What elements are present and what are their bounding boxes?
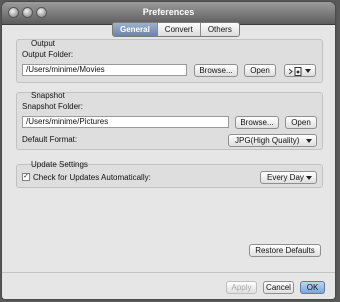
- output-group-title: Output: [31, 39, 56, 48]
- restore-defaults-button[interactable]: Restore Defaults: [249, 244, 321, 257]
- tab-others[interactable]: Others: [201, 23, 239, 36]
- device-icon: [289, 67, 302, 76]
- output-folder-label: Output Folder:: [22, 50, 74, 59]
- snapshot-browse-button[interactable]: Browse...: [235, 116, 279, 129]
- snapshot-folder-field[interactable]: /Users/minime/Pictures: [22, 116, 229, 128]
- output-group: [16, 39, 323, 83]
- apply-button[interactable]: Apply: [226, 281, 257, 294]
- chevron-down-icon: [306, 139, 312, 143]
- chevron-down-icon: [305, 69, 311, 73]
- output-device-dropdown[interactable]: [284, 64, 316, 77]
- window-title: Preferences: [142, 7, 195, 17]
- snapshot-open-button[interactable]: Open: [285, 116, 317, 129]
- footer-divider: [2, 272, 335, 273]
- update-frequency-value: Every Day: [267, 173, 304, 182]
- update-group-title: Update Settings: [31, 160, 88, 169]
- default-format-select[interactable]: JPG(High Quality): [228, 134, 317, 147]
- tab-convert[interactable]: Convert: [158, 23, 201, 36]
- output-browse-button[interactable]: Browse...: [194, 64, 238, 77]
- tab-general[interactable]: General: [113, 23, 158, 36]
- output-folder-field[interactable]: /Users/minime/Movies: [22, 64, 187, 76]
- preferences-window: Preferences General Convert Others Outpu…: [2, 2, 335, 299]
- snapshot-folder-label: Snapshot Folder:: [22, 102, 83, 111]
- auto-update-label: Check for Updates Automatically:: [33, 173, 151, 182]
- cancel-button[interactable]: Cancel: [263, 281, 294, 294]
- ok-button[interactable]: OK: [300, 281, 325, 294]
- chevron-down-icon: [306, 176, 312, 180]
- auto-update-checkbox[interactable]: ✓: [22, 173, 30, 181]
- output-open-button[interactable]: Open: [244, 64, 276, 77]
- snapshot-group-title: Snapshot: [31, 91, 65, 100]
- update-frequency-select[interactable]: Every Day: [260, 171, 317, 184]
- tab-bar: General Convert Others: [112, 22, 240, 37]
- default-format-value: JPG(High Quality): [235, 136, 300, 145]
- default-format-label: Default Format:: [22, 135, 78, 144]
